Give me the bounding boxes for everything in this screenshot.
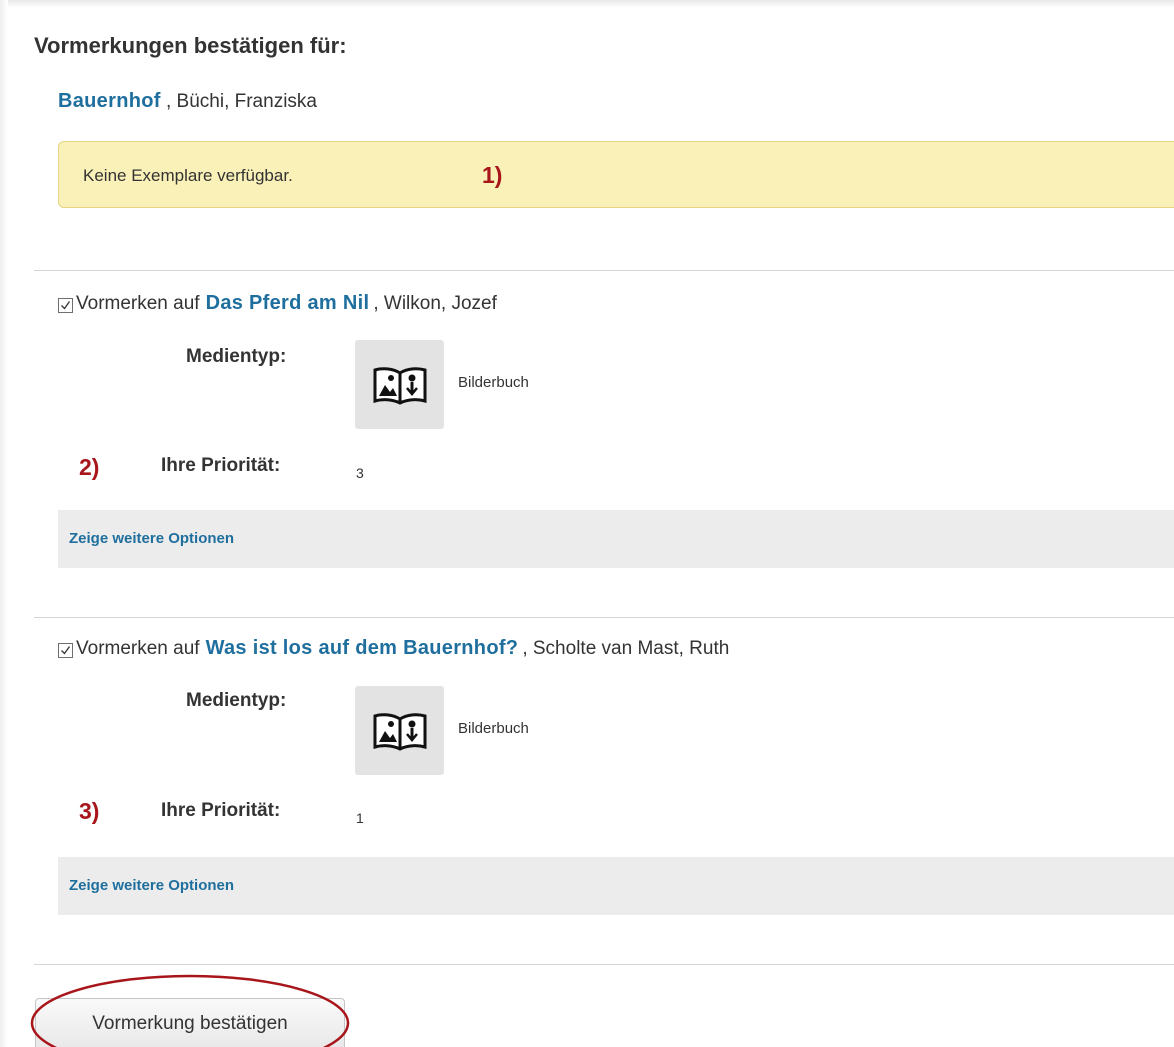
confirm-reservation-button[interactable]: Vormerkung bestätigen (35, 998, 345, 1047)
priority-value: 1 (356, 810, 364, 826)
requested-title-link[interactable]: Bauernhof (58, 90, 161, 112)
top-edge (0, 0, 1174, 8)
reservation-item-line: Vormerken auf Das Pferd am Nil , Wilkon,… (58, 292, 497, 315)
annotation-marker-2: 2) (79, 454, 100, 480)
item-title-link[interactable]: Das Pferd am Nil (206, 292, 370, 315)
divider (34, 270, 1174, 271)
requested-title-line: Bauernhof , Büchi, Franziska (58, 90, 317, 113)
media-type-icon-box (355, 686, 444, 775)
checkmark-icon (61, 301, 71, 310)
media-type-label: Medientyp: (186, 690, 287, 711)
reserve-prefix: Vormerken auf (76, 637, 200, 659)
picture-book-icon (373, 713, 427, 751)
left-edge (0, 0, 8, 1047)
more-options-bar: Zeige weitere Optionen (58, 510, 1174, 568)
priority-label: Ihre Priorität: (161, 455, 281, 476)
divider (34, 617, 1174, 618)
requested-title-author: , Büchi, Franziska (165, 91, 317, 112)
item-author: , Wilkon, Jozef (373, 292, 497, 314)
page-title: Vormerkungen bestätigen für: (34, 33, 347, 58)
picture-book-icon (373, 367, 427, 405)
reservation-confirm-page: Vormerkungen bestätigen für: Bauernhof ,… (0, 0, 1174, 1047)
show-more-options-link[interactable]: Zeige weitere Optionen (69, 530, 234, 547)
reserve-prefix: Vormerken auf (76, 292, 200, 314)
reserve-checkbox[interactable] (58, 298, 73, 313)
priority-value: 3 (356, 465, 364, 481)
annotation-marker-1: 1) (482, 162, 503, 188)
media-type-icon-box (355, 340, 444, 429)
checkmark-icon (61, 646, 71, 655)
item-title-link[interactable]: Was ist los auf dem Bauernhof? (206, 637, 519, 660)
reserve-checkbox[interactable] (58, 643, 73, 658)
media-type-value: Bilderbuch (458, 374, 529, 391)
media-type-label: Medientyp: (186, 346, 287, 367)
divider (34, 964, 1174, 965)
priority-label: Ihre Priorität: (161, 800, 281, 821)
media-type-value: Bilderbuch (458, 720, 529, 737)
reservation-item-line: Vormerken auf Was ist los auf dem Bauern… (58, 637, 729, 660)
show-more-options-link[interactable]: Zeige weitere Optionen (69, 877, 234, 894)
alert-text: Keine Exemplare verfügbar. (83, 166, 293, 185)
no-copies-alert: Keine Exemplare verfügbar. 1) (58, 141, 1174, 208)
more-options-bar: Zeige weitere Optionen (58, 857, 1174, 915)
annotation-marker-3: 3) (79, 798, 100, 824)
item-author: , Scholte van Mast, Ruth (522, 637, 730, 659)
